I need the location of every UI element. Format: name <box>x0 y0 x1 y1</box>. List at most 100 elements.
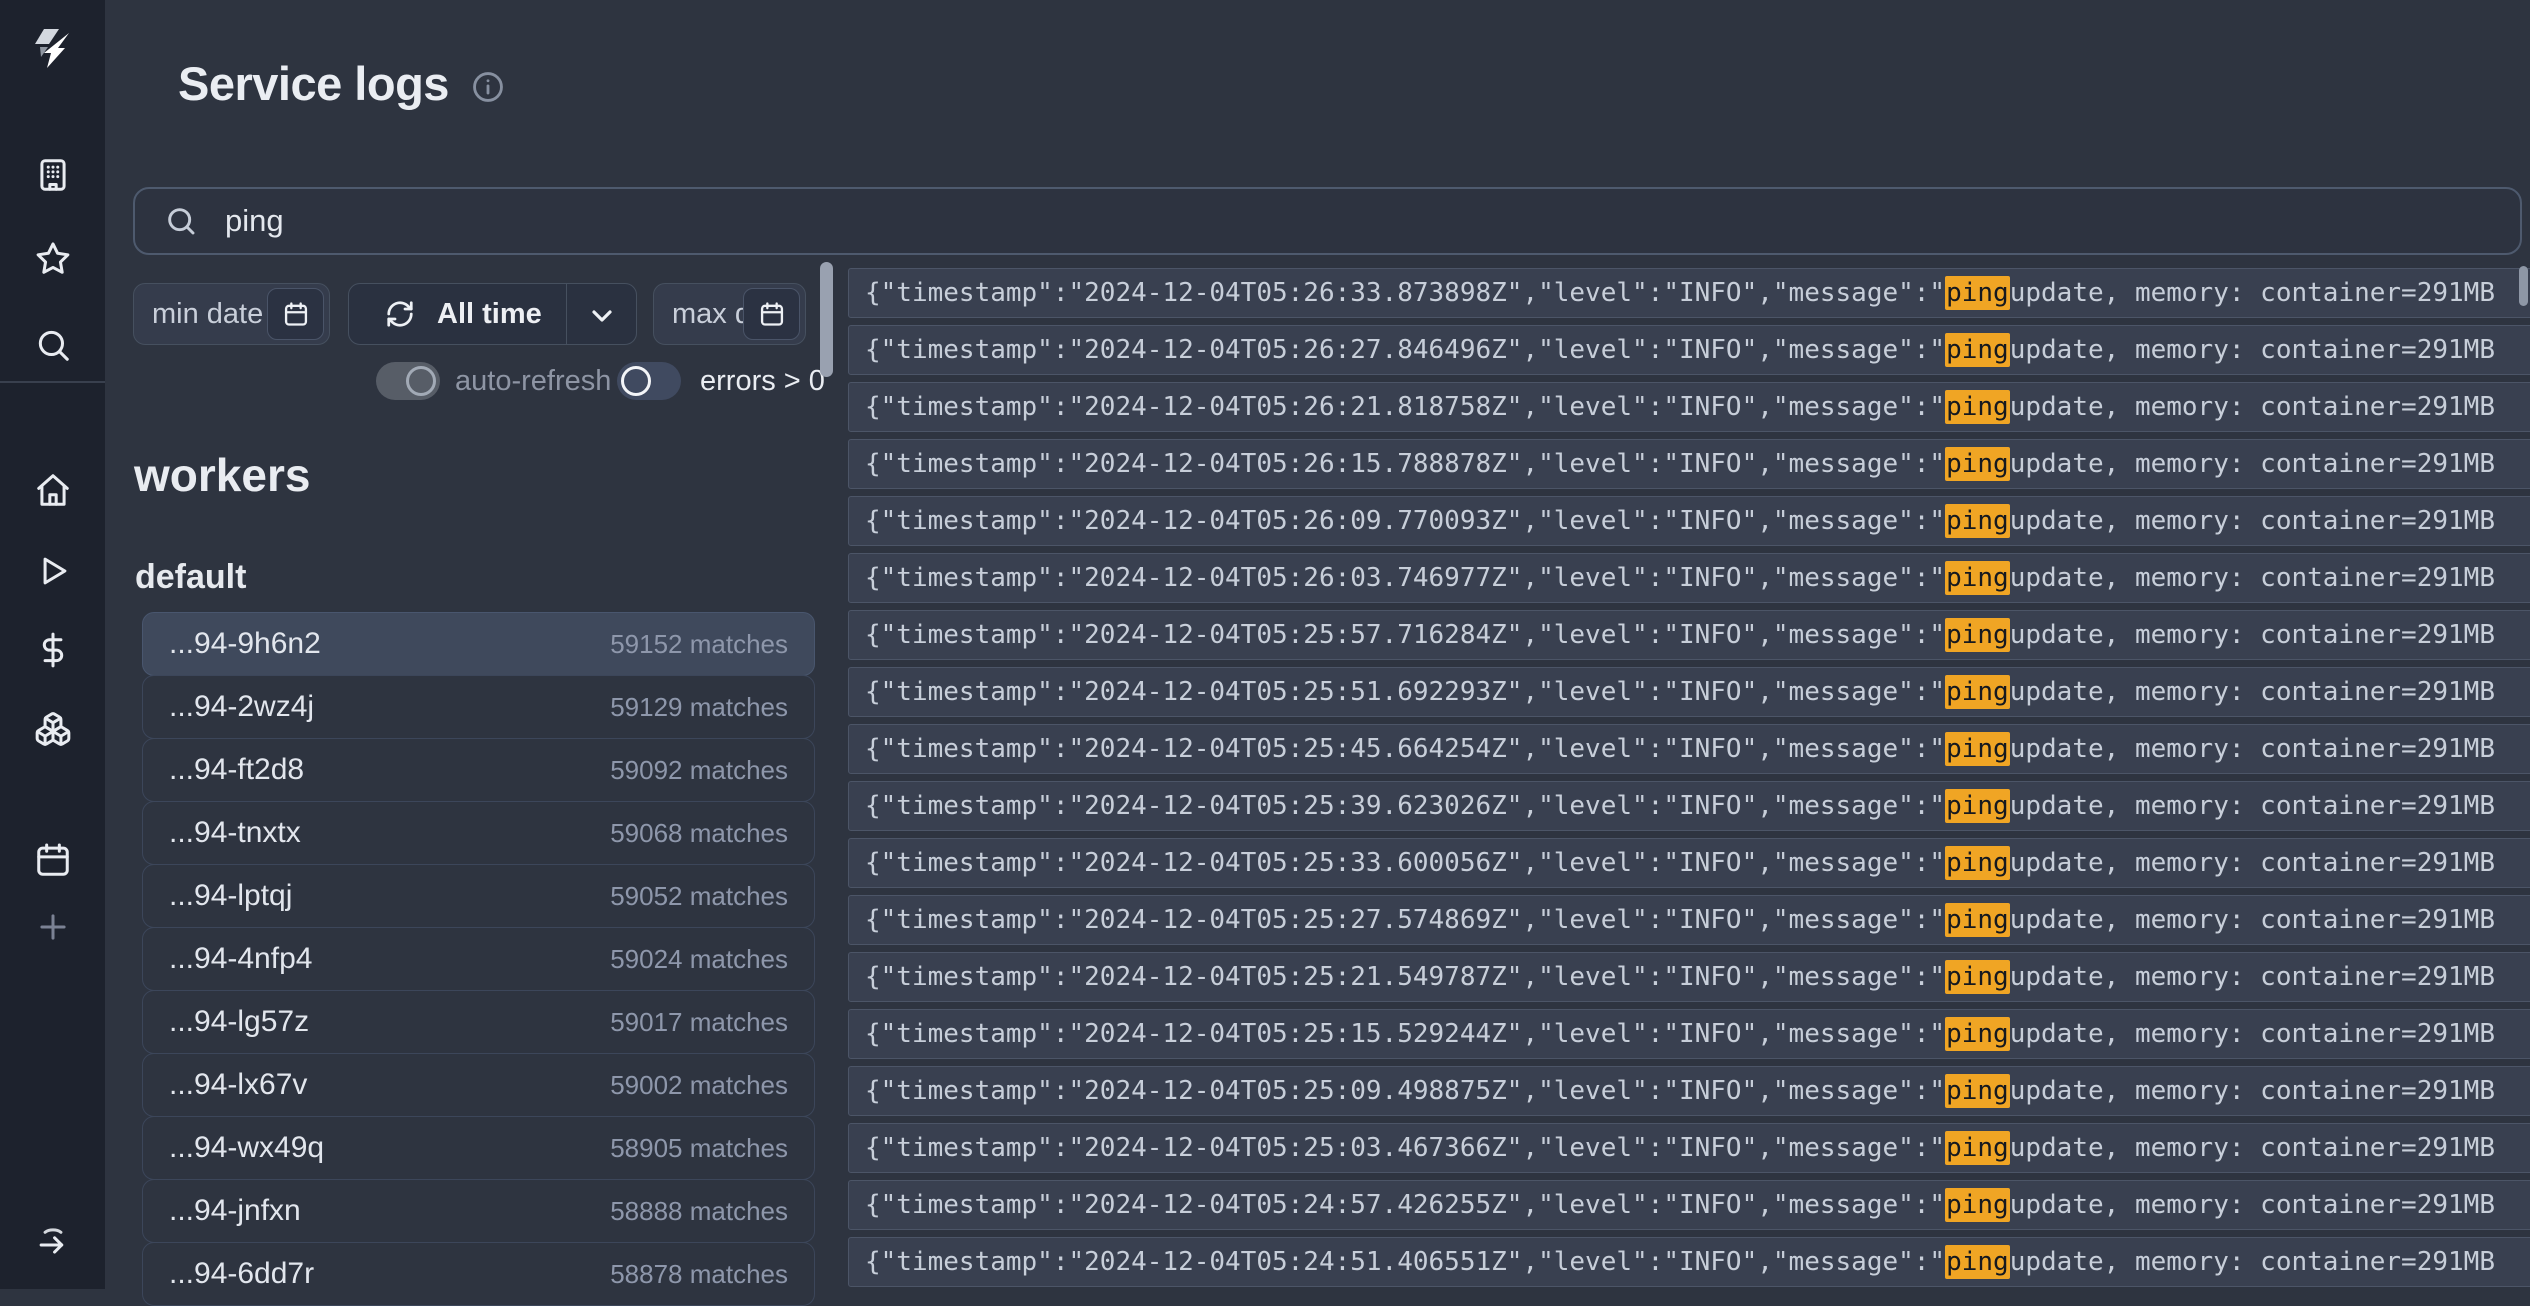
app-logo-icon[interactable] <box>29 24 77 72</box>
worker-row[interactable]: ...94-lptqj 59052 matches <box>142 864 815 928</box>
log-row[interactable]: {"timestamp":"2024-12-04T05:25:51.692293… <box>848 667 2530 717</box>
plus-icon[interactable] <box>34 908 72 946</box>
worker-row[interactable]: ...94-6dd7r 58878 matches <box>142 1242 815 1306</box>
log-left-scrollbar[interactable] <box>820 262 833 1282</box>
chevron-down-icon[interactable] <box>586 300 618 332</box>
worker-name: ...94-ft2d8 <box>169 753 304 787</box>
search-nav-icon[interactable] <box>34 326 72 364</box>
log-text: {"timestamp":"2024-12-04T05:26:09.770093… <box>865 506 1945 536</box>
worker-row[interactable]: ...94-wx49q 58905 matches <box>142 1116 815 1180</box>
log-text: {"timestamp":"2024-12-04T05:25:57.716284… <box>865 620 1945 650</box>
log-row[interactable]: {"timestamp":"2024-12-04T05:26:09.770093… <box>848 496 2530 546</box>
log-row[interactable]: {"timestamp":"2024-12-04T05:26:33.873898… <box>848 268 2530 318</box>
min-date-calendar-button[interactable] <box>267 288 324 340</box>
search-icon <box>165 205 197 237</box>
worker-name: ...94-9h6n2 <box>169 627 321 661</box>
log-row[interactable]: {"timestamp":"2024-12-04T05:26:03.746977… <box>848 553 2530 603</box>
worker-match-count: 59092 matches <box>610 755 788 786</box>
log-text: {"timestamp":"2024-12-04T05:25:51.692293… <box>865 677 1945 707</box>
search-match-highlight: ping <box>1945 789 2010 823</box>
worker-match-count: 59024 matches <box>610 944 788 975</box>
dollar-icon[interactable] <box>34 631 72 669</box>
errors-filter-toggle[interactable] <box>617 362 681 400</box>
log-row[interactable]: {"timestamp":"2024-12-04T05:25:33.600056… <box>848 838 2530 888</box>
time-range-button[interactable]: All time <box>348 283 637 345</box>
search-match-highlight: ping <box>1945 447 2010 481</box>
search-match-highlight: ping <box>1945 675 2010 709</box>
search-match-highlight: ping <box>1945 276 2010 310</box>
log-panel: {"timestamp":"2024-12-04T05:26:33.873898… <box>841 262 2530 1289</box>
log-text: update, memory: container=291MB <box>2010 791 2495 821</box>
worker-row[interactable]: ...94-lx67v 59002 matches <box>142 1053 815 1117</box>
sign-out-arrow-icon[interactable] <box>34 1222 72 1260</box>
log-text: {"timestamp":"2024-12-04T05:24:51.406551… <box>865 1247 1945 1277</box>
worker-row[interactable]: ...94-4nfp4 59024 matches <box>142 927 815 991</box>
worker-row[interactable]: ...94-9h6n2 59152 matches <box>142 612 815 676</box>
log-text: update, memory: container=291MB <box>2010 1019 2495 1049</box>
star-icon[interactable] <box>34 240 72 278</box>
search-match-highlight: ping <box>1945 732 2010 766</box>
log-row[interactable]: {"timestamp":"2024-12-04T05:25:27.574869… <box>848 895 2530 945</box>
log-row[interactable]: {"timestamp":"2024-12-04T05:25:21.549787… <box>848 952 2530 1002</box>
log-text: {"timestamp":"2024-12-04T05:25:27.574869… <box>865 905 1945 935</box>
log-text: {"timestamp":"2024-12-04T05:25:45.664254… <box>865 734 1945 764</box>
worker-match-count: 58905 matches <box>610 1133 788 1164</box>
home-icon[interactable] <box>34 471 72 509</box>
log-row[interactable]: {"timestamp":"2024-12-04T05:25:39.623026… <box>848 781 2530 831</box>
log-text: update, memory: container=291MB <box>2010 1190 2495 1220</box>
page-right-scrollbar[interactable] <box>2519 266 2528 306</box>
worker-row[interactable]: ...94-2wz4j 59129 matches <box>142 675 815 739</box>
auto-refresh-toggle[interactable] <box>376 362 440 400</box>
worker-match-count: 59152 matches <box>610 629 788 660</box>
worker-row[interactable]: ...94-ft2d8 59092 matches <box>142 738 815 802</box>
log-row[interactable]: {"timestamp":"2024-12-04T05:25:15.529244… <box>848 1009 2530 1059</box>
worker-row[interactable]: ...94-jnfxn 58888 matches <box>142 1179 815 1243</box>
log-row[interactable]: {"timestamp":"2024-12-04T05:24:57.426255… <box>848 1180 2530 1230</box>
worker-name: ...94-lg57z <box>169 1005 309 1039</box>
sidebar <box>0 0 105 1289</box>
log-text: update, memory: container=291MB <box>2010 734 2495 764</box>
max-date-field <box>653 283 806 345</box>
log-row[interactable]: {"timestamp":"2024-12-04T05:25:45.664254… <box>848 724 2530 774</box>
search-match-highlight: ping <box>1945 390 2010 424</box>
log-row[interactable]: {"timestamp":"2024-12-04T05:26:27.846496… <box>848 325 2530 375</box>
scrollbar-thumb[interactable] <box>820 262 833 377</box>
log-text: {"timestamp":"2024-12-04T05:26:33.873898… <box>865 278 1945 308</box>
log-row[interactable]: {"timestamp":"2024-12-04T05:26:15.788878… <box>848 439 2530 489</box>
play-icon[interactable] <box>34 552 72 590</box>
log-row[interactable]: {"timestamp":"2024-12-04T05:25:57.716284… <box>848 610 2530 660</box>
calendar-nav-icon[interactable] <box>34 841 72 879</box>
log-text: update, memory: container=291MB <box>2010 449 2495 479</box>
max-date-calendar-button[interactable] <box>743 288 800 340</box>
worker-row[interactable]: ...94-lg57z 59017 matches <box>142 990 815 1054</box>
worker-row[interactable]: ...94-tnxtx 59068 matches <box>142 801 815 865</box>
info-icon[interactable] <box>471 70 505 104</box>
log-text: {"timestamp":"2024-12-04T05:24:57.426255… <box>865 1190 1945 1220</box>
worker-name: ...94-lptqj <box>169 879 292 913</box>
worker-name: ...94-4nfp4 <box>169 942 312 976</box>
worker-name: ...94-6dd7r <box>169 1257 314 1291</box>
worker-match-count: 59052 matches <box>610 881 788 912</box>
log-text: update, memory: container=291MB <box>2010 620 2495 650</box>
log-text: update, memory: container=291MB <box>2010 1133 2495 1163</box>
log-text: {"timestamp":"2024-12-04T05:25:15.529244… <box>865 1019 1945 1049</box>
log-row[interactable]: {"timestamp":"2024-12-04T05:25:03.467366… <box>848 1123 2530 1173</box>
boxes-icon[interactable] <box>34 710 72 748</box>
search-match-highlight: ping <box>1945 1017 2010 1051</box>
refresh-icon <box>385 299 415 329</box>
button-divider <box>566 284 567 344</box>
building-icon[interactable] <box>34 156 72 194</box>
worker-match-count: 59129 matches <box>610 692 788 723</box>
log-text: update, memory: container=291MB <box>2010 1076 2495 1106</box>
worker-match-count: 58878 matches <box>610 1259 788 1290</box>
log-text: update, memory: container=291MB <box>2010 506 2495 536</box>
min-date-field <box>133 283 330 345</box>
toggle-knob <box>406 366 436 396</box>
log-row[interactable]: {"timestamp":"2024-12-04T05:25:09.498875… <box>848 1066 2530 1116</box>
log-row[interactable]: {"timestamp":"2024-12-04T05:24:51.406551… <box>848 1237 2530 1287</box>
workers-heading: workers <box>134 448 310 502</box>
search-input[interactable] <box>223 202 2490 240</box>
log-row[interactable]: {"timestamp":"2024-12-04T05:26:21.818758… <box>848 382 2530 432</box>
log-text: {"timestamp":"2024-12-04T05:25:09.498875… <box>865 1076 1945 1106</box>
search-match-highlight: ping <box>1945 618 2010 652</box>
